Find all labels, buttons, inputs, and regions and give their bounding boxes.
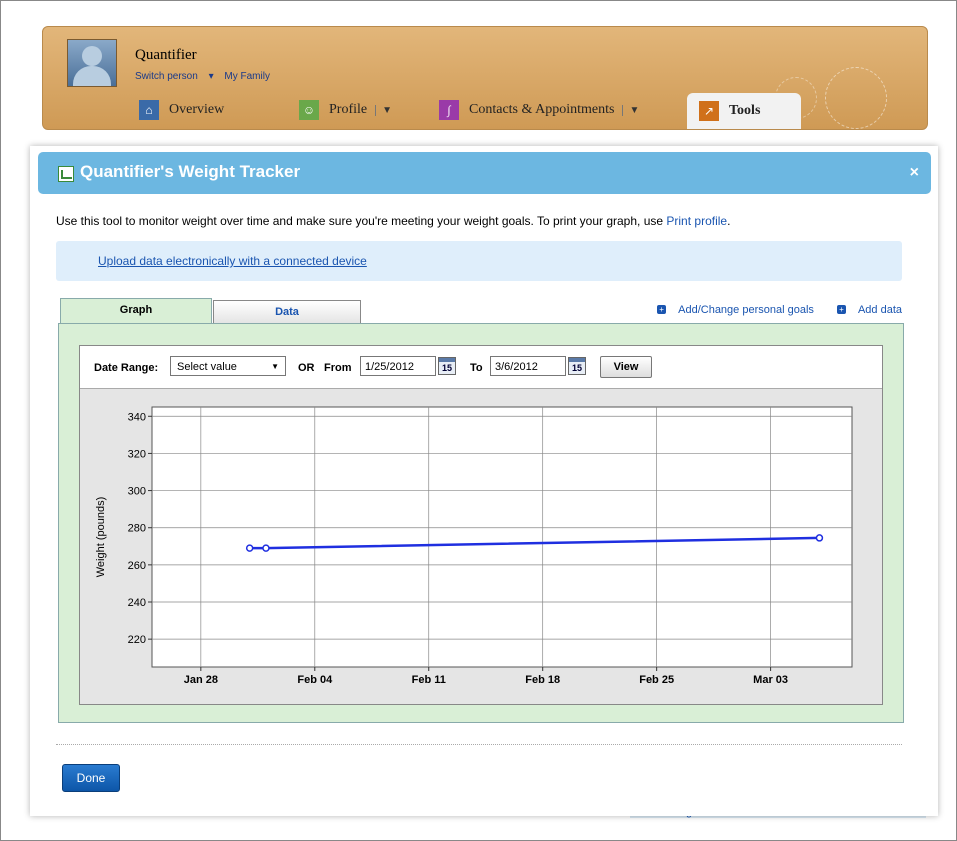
weight-tracker-icon xyxy=(58,166,74,182)
x-tick-label: Mar 03 xyxy=(753,674,788,686)
done-button[interactable]: Done xyxy=(62,764,120,792)
tab-tools-label: Tools xyxy=(729,103,761,118)
weight-tracker-modal: Quantifier's Weight Tracker × Use this t… xyxy=(30,146,938,816)
data-point xyxy=(815,534,824,542)
chevron-down-icon[interactable]: ▼ xyxy=(622,104,639,116)
upload-data-link[interactable]: Upload data electronically with a connec… xyxy=(98,254,367,268)
chart-area: 220 240 260 280 300 320 340 Jan 28 Feb 04 Feb 11 F… xyxy=(80,389,882,704)
y-tick-label: 340 xyxy=(128,411,146,423)
date-range-select-value: Select value xyxy=(177,361,237,373)
data-point xyxy=(262,544,270,552)
y-tick-label: 300 xyxy=(128,486,146,498)
print-profile-link[interactable]: Print profile xyxy=(666,214,727,228)
divider xyxy=(56,744,902,745)
tab-profile[interactable]: ☺ Profile ▼ xyxy=(299,97,392,123)
to-label: To xyxy=(470,362,483,374)
home-icon: ⌂ xyxy=(139,100,159,120)
calendar-icon[interactable]: 15 xyxy=(438,357,456,375)
chevron-down-icon[interactable]: ▼ xyxy=(375,104,392,116)
or-label: OR xyxy=(298,362,315,374)
y-tick-label: 220 xyxy=(128,634,146,646)
graph-container: Date Range: Select value ▼ OR From 1/25/… xyxy=(79,345,883,705)
tab-tools[interactable]: ↗ Tools xyxy=(687,93,801,129)
person-icon: ☺ xyxy=(299,100,319,120)
y-tick-label: 240 xyxy=(128,597,146,609)
x-tick-label: Feb 04 xyxy=(297,674,333,686)
chart-icon: ↗ xyxy=(699,101,719,121)
x-tick-label: Feb 25 xyxy=(639,674,674,686)
stethoscope-icon: ∫ xyxy=(439,100,459,120)
intro-text: Use this tool to monitor weight over tim… xyxy=(56,214,730,228)
tab-contacts[interactable]: ∫ Contacts & Appointments ▼ xyxy=(439,97,639,123)
chevron-down-icon: ▼ xyxy=(271,362,279,371)
tab-graph[interactable]: Graph xyxy=(60,298,212,325)
goal-links: + Add/Change personal goals + Add data xyxy=(637,304,902,316)
from-date-input[interactable]: 1/25/2012 xyxy=(360,356,436,376)
intro-body: Use this tool to monitor weight over tim… xyxy=(56,214,667,228)
add-data-link[interactable]: + Add data xyxy=(827,304,902,316)
upload-banner: Upload data electronically with a connec… xyxy=(56,241,902,281)
person-name: Quantifier xyxy=(135,47,197,63)
y-tick-label: 320 xyxy=(128,448,146,460)
add-change-goals-link[interactable]: + Add/Change personal goals xyxy=(647,304,814,316)
close-icon[interactable]: × xyxy=(910,164,919,182)
app-header: Quantifier Switch person ▾ My Family ⌂ O… xyxy=(42,26,928,130)
y-axis-label: Weight (pounds) xyxy=(95,497,107,578)
modal-title: Quantifier's Weight Tracker xyxy=(80,162,301,181)
view-button[interactable]: View xyxy=(600,356,652,378)
intro-end: . xyxy=(727,214,731,228)
avatar[interactable] xyxy=(67,39,117,87)
from-label: From xyxy=(324,362,352,374)
tab-profile-label: Profile xyxy=(329,102,368,117)
date-range-label: Date Range: xyxy=(94,362,159,374)
x-tick-label: Feb 11 xyxy=(412,674,446,686)
plot-area xyxy=(151,406,853,668)
tab-overview[interactable]: ⌂ Overview xyxy=(139,97,224,123)
data-point xyxy=(245,544,254,552)
y-tick-label: 280 xyxy=(128,523,146,535)
graph-panel: Date Range: Select value ▼ OR From 1/25/… xyxy=(58,323,904,723)
my-family-link[interactable]: My Family xyxy=(224,71,270,82)
calendar-icon[interactable]: 15 xyxy=(568,357,586,375)
person-links: Switch person ▾ My Family xyxy=(135,71,278,82)
date-range-select[interactable]: Select value ▼ xyxy=(170,356,286,376)
tab-contacts-label: Contacts & Appointments xyxy=(469,102,615,117)
modal-title-bar: Quantifier's Weight Tracker × xyxy=(38,152,931,194)
header-decoration xyxy=(825,67,887,129)
plus-icon: + xyxy=(657,305,667,314)
x-tick-label: Jan 28 xyxy=(184,674,218,686)
switch-person-link[interactable]: Switch person ▾ xyxy=(135,71,214,82)
x-tick-label: Feb 18 xyxy=(525,674,560,686)
tab-overview-label: Overview xyxy=(169,102,225,117)
y-tick-label: 260 xyxy=(128,560,146,572)
to-date-input[interactable]: 3/6/2012 xyxy=(490,356,566,376)
plus-icon: + xyxy=(836,305,846,314)
weight-chart: 220 240 260 280 300 320 340 Jan 28 Feb 04 Feb 11 F… xyxy=(95,406,853,686)
date-controls: Date Range: Select value ▼ OR From 1/25/… xyxy=(80,346,882,389)
